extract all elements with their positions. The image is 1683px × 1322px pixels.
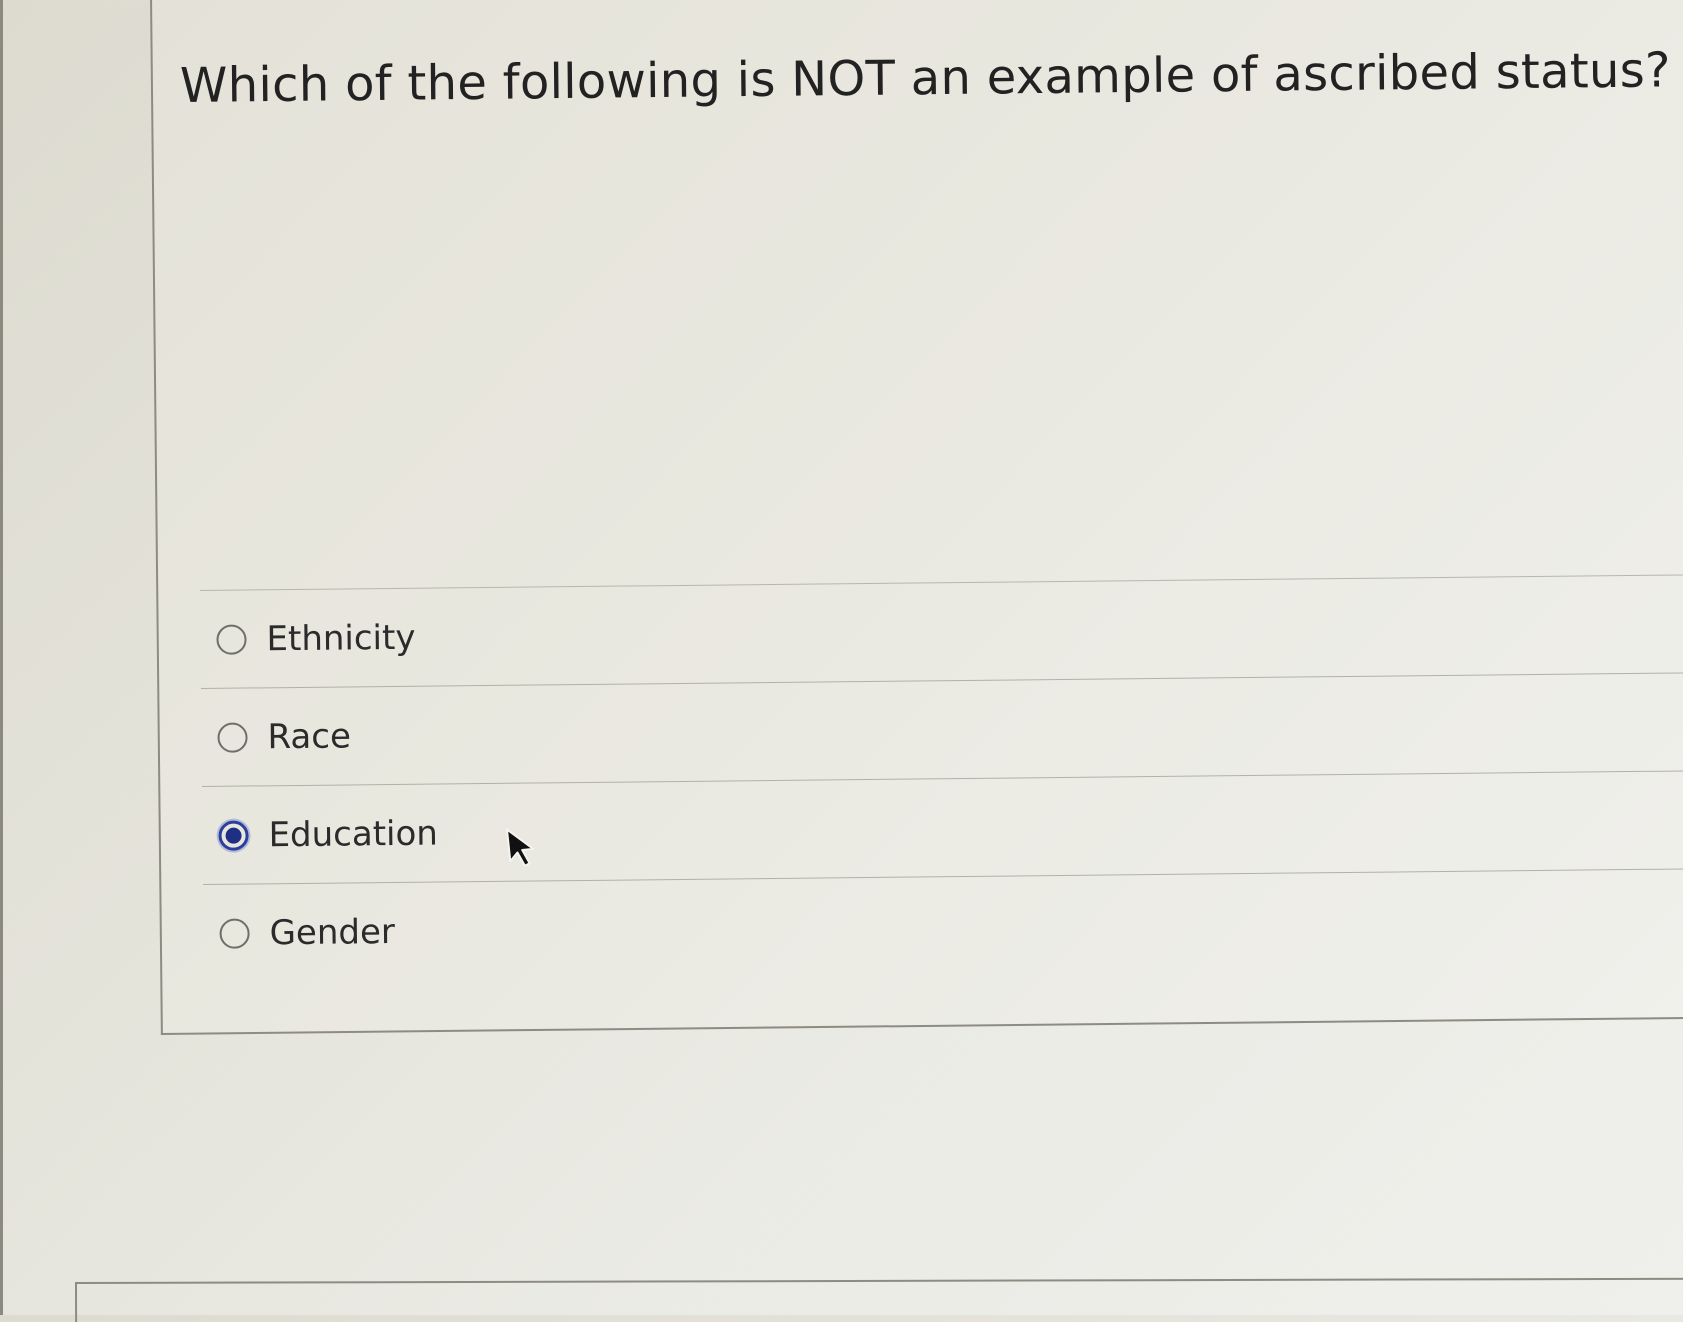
answer-label: Gender bbox=[269, 911, 396, 953]
answer-list: Ethnicity Race Education Gender bbox=[200, 574, 1683, 982]
answer-option-ethnicity[interactable]: Ethnicity bbox=[200, 574, 1683, 688]
answer-option-education[interactable]: Education bbox=[202, 770, 1683, 884]
answer-option-gender[interactable]: Gender bbox=[203, 868, 1683, 982]
radio-button-icon[interactable] bbox=[219, 918, 250, 949]
mouse-pointer-icon bbox=[505, 828, 535, 867]
answer-label: Race bbox=[267, 715, 352, 757]
answer-label: Education bbox=[268, 813, 439, 855]
answer-option-race[interactable]: Race bbox=[201, 672, 1683, 786]
next-question-panel bbox=[75, 1277, 1683, 1322]
radio-button-icon[interactable] bbox=[216, 624, 247, 655]
answer-label: Ethnicity bbox=[266, 617, 416, 659]
radio-button-icon[interactable] bbox=[217, 722, 248, 753]
radio-button-selected-icon[interactable] bbox=[218, 820, 249, 851]
screen-edge bbox=[0, 0, 3, 1315]
